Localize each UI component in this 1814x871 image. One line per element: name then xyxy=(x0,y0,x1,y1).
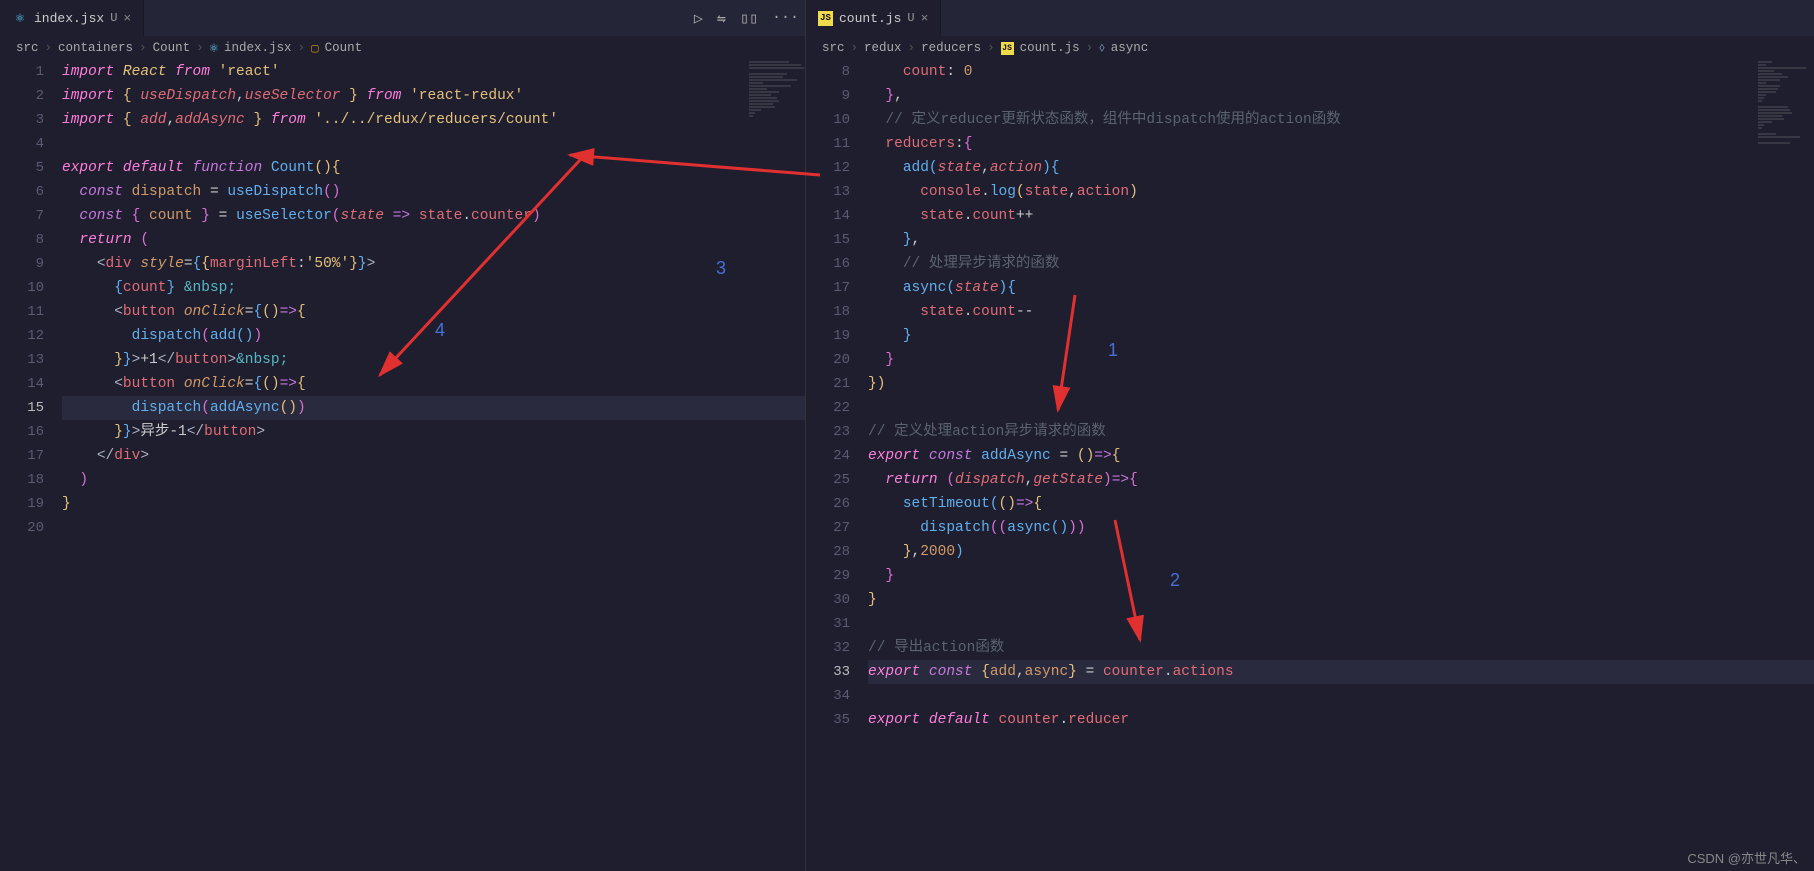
minimap[interactable] xyxy=(1754,60,1814,260)
breadcrumb-item[interactable]: containers xyxy=(58,41,133,55)
breadcrumb-item[interactable]: Count xyxy=(153,41,191,55)
code-line[interactable]: export default function Count(){ xyxy=(62,156,805,180)
code-line[interactable]: const dispatch = useDispatch() xyxy=(62,180,805,204)
compare-icon[interactable]: ⇋ xyxy=(717,9,726,28)
code-line[interactable]: import { useDispatch,useSelector } from … xyxy=(62,84,805,108)
code-line[interactable]: // 定义reducer更新状态函数，组件中dispatch使用的action函… xyxy=(868,108,1814,132)
breadcrumb-item[interactable]: src xyxy=(16,41,39,55)
code-line[interactable]: console.log(state,action) xyxy=(868,180,1814,204)
editor-group-right: JS count.js U × src› redux› reducers› JS… xyxy=(806,0,1814,871)
code-line[interactable]: } xyxy=(868,588,1814,612)
breadcrumb-item[interactable]: count.js xyxy=(1020,41,1080,55)
code-area[interactable]: count: 0 }, // 定义reducer更新状态函数，组件中dispat… xyxy=(868,60,1814,871)
tab-modified-indicator: U xyxy=(907,11,914,25)
code-line[interactable]: count: 0 xyxy=(868,60,1814,84)
tab-label: index.jsx xyxy=(34,11,104,26)
run-icon[interactable]: ▷ xyxy=(694,9,703,28)
code-line[interactable]: import { add,addAsync } from '../../redu… xyxy=(62,108,805,132)
code-line[interactable]: const { count } = useSelector(state => s… xyxy=(62,204,805,228)
breadcrumb-item[interactable]: async xyxy=(1111,41,1149,55)
code-line[interactable]: state.count++ xyxy=(868,204,1814,228)
editor-body-left[interactable]: 1234567891011121314151617181920 import R… xyxy=(0,60,805,871)
symbol-icon: ⬨ xyxy=(1099,41,1105,55)
code-line[interactable]: <div style={{marginLeft:'50%'}}> xyxy=(62,252,805,276)
breadcrumb-item[interactable]: redux xyxy=(864,41,902,55)
tab-bar-left: index.jsx U × ▷ ⇋ ▯▯ ··· xyxy=(0,0,805,36)
watermark: CSDN @亦世凡华、 xyxy=(1687,848,1806,867)
react-icon xyxy=(12,10,28,26)
code-line[interactable]: dispatch(add()) xyxy=(62,324,805,348)
code-line[interactable]: return ( xyxy=(62,228,805,252)
tab-count-js[interactable]: JS count.js U × xyxy=(806,0,941,36)
code-line[interactable]: state.count-- xyxy=(868,300,1814,324)
code-line[interactable]: }) xyxy=(868,372,1814,396)
code-line[interactable]: } xyxy=(62,492,805,516)
close-icon[interactable]: × xyxy=(921,11,929,26)
line-gutter: 8910111213141516171819202122232425262728… xyxy=(806,60,868,871)
code-line[interactable]: export const addAsync = ()=>{ xyxy=(868,444,1814,468)
code-line[interactable]: reducers:{ xyxy=(868,132,1814,156)
breadcrumb-left[interactable]: src› containers› Count› index.jsx› ▢ Cou… xyxy=(0,36,805,60)
code-line[interactable] xyxy=(868,684,1814,708)
code-line[interactable]: // 定义处理action异步请求的函数 xyxy=(868,420,1814,444)
code-line[interactable]: },2000) xyxy=(868,540,1814,564)
code-line[interactable]: }, xyxy=(868,84,1814,108)
line-gutter: 1234567891011121314151617181920 xyxy=(0,60,62,871)
more-icon[interactable]: ··· xyxy=(772,9,799,28)
split-icon[interactable]: ▯▯ xyxy=(740,9,758,28)
editor-body-right[interactable]: 8910111213141516171819202122232425262728… xyxy=(806,60,1814,871)
code-line[interactable]: // 处理异步请求的函数 xyxy=(868,252,1814,276)
tab-modified-indicator: U xyxy=(110,11,117,25)
code-line[interactable]: async(state){ xyxy=(868,276,1814,300)
code-line[interactable]: // 导出action函数 xyxy=(868,636,1814,660)
breadcrumb-right[interactable]: src› redux› reducers› JS count.js› ⬨ asy… xyxy=(806,36,1814,60)
code-line[interactable]: return (dispatch,getState)=>{ xyxy=(868,468,1814,492)
minimap[interactable] xyxy=(745,60,805,260)
code-area[interactable]: import React from 'react'import { useDis… xyxy=(62,60,805,871)
js-icon: JS xyxy=(818,11,833,26)
tab-label: count.js xyxy=(839,11,901,26)
code-line[interactable]: dispatch(addAsync()) xyxy=(62,396,805,420)
editor-group-left: index.jsx U × ▷ ⇋ ▯▯ ··· src› containers… xyxy=(0,0,806,871)
code-line[interactable]: } xyxy=(868,348,1814,372)
code-line[interactable] xyxy=(62,516,805,540)
code-line[interactable] xyxy=(868,396,1814,420)
code-line[interactable]: }, xyxy=(868,228,1814,252)
breadcrumb-item[interactable]: reducers xyxy=(921,41,981,55)
code-line[interactable]: <button onClick={()=>{ xyxy=(62,300,805,324)
breadcrumb-item[interactable]: src xyxy=(822,41,845,55)
code-line[interactable]: </div> xyxy=(62,444,805,468)
code-line[interactable]: export const {add,async} = counter.actio… xyxy=(868,660,1814,684)
close-icon[interactable]: × xyxy=(123,11,131,26)
tab-bar-right: JS count.js U × xyxy=(806,0,1814,36)
tab-index-jsx[interactable]: index.jsx U × xyxy=(0,0,144,36)
js-icon: JS xyxy=(1001,42,1014,55)
code-line[interactable] xyxy=(62,132,805,156)
code-line[interactable]: }}>+1</button>&nbsp; xyxy=(62,348,805,372)
code-line[interactable]: ) xyxy=(62,468,805,492)
code-line[interactable]: export default counter.reducer xyxy=(868,708,1814,732)
code-line[interactable]: dispatch((async())) xyxy=(868,516,1814,540)
code-line[interactable]: setTimeout(()=>{ xyxy=(868,492,1814,516)
editor-actions: ▷ ⇋ ▯▯ ··· xyxy=(694,9,799,28)
code-line[interactable]: <button onClick={()=>{ xyxy=(62,372,805,396)
breadcrumb-item[interactable]: index.jsx xyxy=(224,41,292,55)
code-line[interactable]: } xyxy=(868,324,1814,348)
code-line[interactable]: import React from 'react' xyxy=(62,60,805,84)
code-line[interactable] xyxy=(868,612,1814,636)
breadcrumb-item[interactable]: Count xyxy=(325,41,363,55)
react-icon xyxy=(210,40,218,57)
code-line[interactable]: add(state,action){ xyxy=(868,156,1814,180)
code-line[interactable]: }}>异步-1</button> xyxy=(62,420,805,444)
code-line[interactable]: } xyxy=(868,564,1814,588)
symbol-icon: ▢ xyxy=(311,40,319,56)
code-line[interactable]: {count} &nbsp; xyxy=(62,276,805,300)
